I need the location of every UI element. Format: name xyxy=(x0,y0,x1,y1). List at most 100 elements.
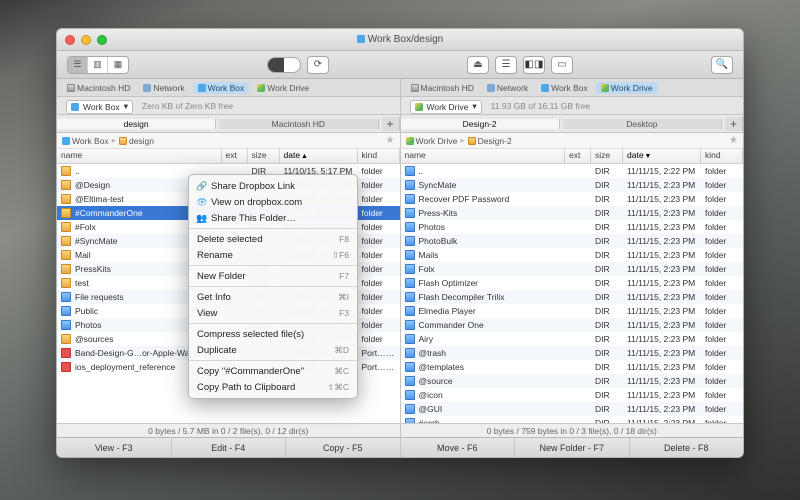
file-row[interactable]: Flash Decompiler TrilixDIR11/11/15, 2:23… xyxy=(401,290,744,304)
file-row[interactable]: @templatesDIR11/11/15, 2:23 PMfolder xyxy=(401,360,744,374)
breadcrumb-item[interactable]: Work Box xyxy=(62,136,109,146)
location-tab-work-box[interactable]: Work Box xyxy=(536,82,593,94)
titlebar[interactable]: Work Box/design xyxy=(57,29,743,51)
edit-button[interactable]: Edit - F4 xyxy=(172,438,287,457)
menu-item-label: Copy "#CommanderOne" xyxy=(197,366,304,377)
col-ext[interactable]: ext xyxy=(222,149,248,163)
open-folder-button[interactable]: ▭ xyxy=(551,56,573,74)
location-tab-network[interactable]: Network xyxy=(482,82,533,94)
menu-item[interactable]: 👁View on dropbox.com xyxy=(189,194,357,210)
menu-item[interactable]: New FolderF7 xyxy=(189,268,357,284)
status-right: 0 bytes / 759 bytes in 0 / 3 file(s), 0 … xyxy=(400,424,744,437)
file-row[interactable]: MailsDIR11/11/15, 2:23 PMfolder xyxy=(401,248,744,262)
menu-item[interactable]: Compress selected file(s) xyxy=(189,326,357,342)
breadcrumb-item[interactable]: Design-2 xyxy=(468,136,512,146)
drive-name: Work Drive xyxy=(427,102,469,112)
menu-item[interactable]: 👥Share This Folder… xyxy=(189,210,357,226)
view-list-icon[interactable]: ☰ xyxy=(68,57,88,73)
menu-item[interactable]: Copy "#CommanderOne"⌘C xyxy=(189,363,357,379)
drive-selector-right[interactable]: Work Drive▾ xyxy=(410,100,482,114)
refresh-button[interactable]: ⟳ xyxy=(307,56,329,74)
eject-button[interactable]: ⏏ xyxy=(467,56,489,74)
file-row[interactable]: FolxDIR11/11/15, 2:23 PMfolder xyxy=(401,262,744,276)
menu-item[interactable]: Duplicate⌘D xyxy=(189,342,357,358)
file-row[interactable]: Press-KitsDIR11/11/15, 2:23 PMfolder xyxy=(401,206,744,220)
col-size[interactable]: size xyxy=(248,149,280,163)
file-row[interactable]: AiryDIR11/11/15, 2:23 PMfolder xyxy=(401,332,744,346)
file-row[interactable]: @trashDIR11/11/15, 2:23 PMfolder xyxy=(401,346,744,360)
location-tab-work-drive[interactable]: Work Drive xyxy=(596,82,658,94)
col-size[interactable]: size xyxy=(591,149,623,163)
file-row[interactable]: ..DIR11/11/15, 2:22 PMfolder xyxy=(401,164,744,178)
menu-item[interactable]: Delete selectedF8 xyxy=(189,231,357,247)
right-pane[interactable]: ..DIR11/11/15, 2:22 PMfolderSyncMateDIR1… xyxy=(401,164,744,423)
delete-button[interactable]: Delete - F8 xyxy=(630,438,744,457)
folder-tab[interactable]: Desktop xyxy=(563,119,722,129)
add-tab-button[interactable]: + xyxy=(725,117,743,131)
breadcrumb-item[interactable]: Work Drive xyxy=(406,136,458,146)
folder-tab[interactable]: Macintosh HD xyxy=(219,119,378,129)
col-name[interactable]: name xyxy=(57,149,222,163)
favorite-button[interactable]: ★ xyxy=(729,135,738,146)
view-columns-icon[interactable]: ▥ xyxy=(88,57,108,73)
file-row[interactable]: PhotosDIR11/11/15, 2:23 PMfolder xyxy=(401,220,744,234)
cell-kind: folder xyxy=(358,166,400,176)
cell-date: 11/11/15, 2:23 PM xyxy=(623,320,701,330)
menu-item[interactable]: Get Info⌘I xyxy=(189,289,357,305)
minimize-button[interactable] xyxy=(81,35,91,45)
col-kind[interactable]: kind xyxy=(358,149,400,163)
file-row[interactable]: SyncMateDIR11/11/15, 2:23 PMfolder xyxy=(401,178,744,192)
col-name[interactable]: name xyxy=(401,149,566,163)
hidden-files-toggle[interactable] xyxy=(267,57,301,73)
menu-item[interactable]: Copy Path to Clipboard⇧⌘C xyxy=(189,379,357,395)
location-tab-macintosh-hd[interactable]: Macintosh HD xyxy=(62,82,135,94)
file-row[interactable]: @iconDIR11/11/15, 2:23 PMfolder xyxy=(401,388,744,402)
move-button[interactable]: Move - F6 xyxy=(401,438,516,457)
location-tab-work-drive[interactable]: Work Drive xyxy=(252,82,314,94)
breadcrumb-item[interactable]: design xyxy=(119,136,154,146)
cell-size: DIR xyxy=(591,222,623,232)
file-row[interactable]: Elmedia PlayerDIR11/11/15, 2:23 PMfolder xyxy=(401,304,744,318)
folder-tab[interactable]: design xyxy=(57,119,216,129)
location-tab-network[interactable]: Network xyxy=(138,82,189,94)
file-row[interactable]: #archDIR11/11/15, 2:23 PMfolder xyxy=(401,416,744,423)
copy-button[interactable]: Copy - F5 xyxy=(286,438,401,457)
location-tab-macintosh-hd[interactable]: Macintosh HD xyxy=(406,82,479,94)
col-kind[interactable]: kind xyxy=(701,149,743,163)
folder-icon xyxy=(405,334,415,344)
folder-icon xyxy=(405,166,415,176)
file-row[interactable]: Flash OptimizerDIR11/11/15, 2:23 PMfolde… xyxy=(401,276,744,290)
newfolder-button[interactable]: New Folder - F7 xyxy=(515,438,630,457)
file-row[interactable]: PhotoBulkDIR11/11/15, 2:23 PMfolder xyxy=(401,234,744,248)
view-mode-segment[interactable]: ☰ ▥ ▦ xyxy=(67,56,129,74)
queue-button[interactable]: ☰ xyxy=(495,56,517,74)
status-left: 0 bytes / 5.7 MB in 0 / 2 file(s), 0 / 1… xyxy=(57,424,400,437)
file-row[interactable]: @GUIDIR11/11/15, 2:23 PMfolder xyxy=(401,402,744,416)
menu-separator xyxy=(189,265,357,266)
view-button[interactable]: View - F3 xyxy=(57,438,172,457)
view-grid-icon[interactable]: ▦ xyxy=(108,57,128,73)
drive-name: Work Box xyxy=(83,102,120,112)
col-date[interactable]: date▼ xyxy=(623,149,701,163)
zoom-button[interactable] xyxy=(97,35,107,45)
menu-item[interactable]: ViewF3 xyxy=(189,305,357,321)
menu-item[interactable]: Rename⇧F6 xyxy=(189,247,357,263)
col-ext[interactable]: ext xyxy=(565,149,591,163)
menu-item[interactable]: 🔗Share Dropbox Link xyxy=(189,178,357,194)
location-tab-work-box[interactable]: Work Box xyxy=(193,82,250,94)
add-tab-button[interactable]: + xyxy=(382,117,400,131)
favorite-button[interactable]: ★ xyxy=(386,135,395,146)
file-row[interactable]: Commander OneDIR11/11/15, 2:23 PMfolder xyxy=(401,318,744,332)
search-button[interactable]: 🔍 xyxy=(711,56,733,74)
two-pane-button[interactable]: ◧◨ xyxy=(523,56,545,74)
file-row[interactable]: @sourceDIR11/11/15, 2:23 PMfolder xyxy=(401,374,744,388)
cell-name: Airy xyxy=(415,334,566,344)
folder-tab[interactable]: Design-2 xyxy=(401,119,560,129)
folder-icon xyxy=(405,320,415,330)
col-date[interactable]: date▲ xyxy=(280,149,358,163)
context-menu[interactable]: 🔗Share Dropbox Link👁View on dropbox.com👥… xyxy=(188,174,358,399)
file-row[interactable]: Recover PDF PasswordDIR11/11/15, 2:23 PM… xyxy=(401,192,744,206)
drive-selector-left[interactable]: Work Box▾ xyxy=(66,100,133,114)
location-label: Work Box xyxy=(551,83,588,93)
close-button[interactable] xyxy=(65,35,75,45)
